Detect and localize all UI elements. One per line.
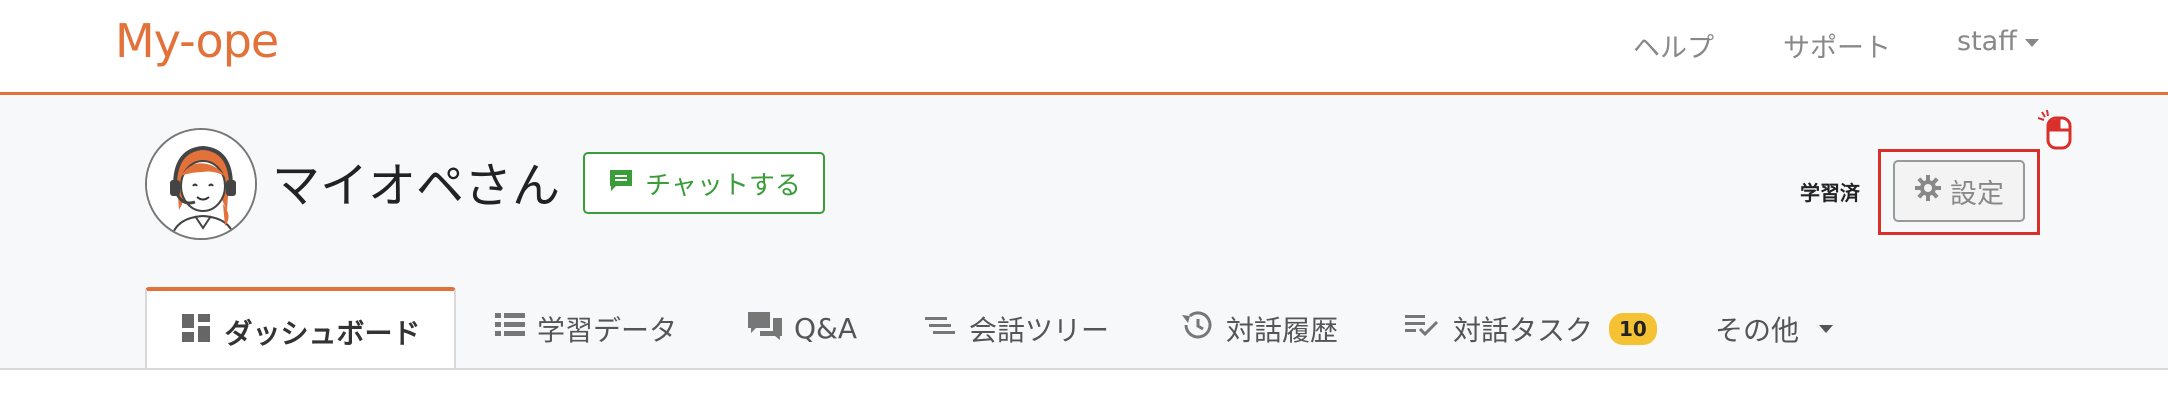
main-tabs: ダッシュボード 学習データ Q&A 会話ツリー 対話履歴 対話タスク 10 その… — [0, 287, 2168, 372]
learning-status: 学習済 — [1800, 181, 1860, 205]
top-navbar: My-ope ヘルプ サポート staff — [0, 0, 2168, 95]
tab-conversation-tree[interactable]: 会話ツリー — [925, 287, 1109, 370]
nav-user-menu[interactable]: staff — [1957, 26, 2039, 57]
dashboard-icon — [180, 312, 212, 351]
tab-label: Q&A — [794, 312, 858, 345]
caret-down-icon — [1819, 324, 1834, 333]
chevron-down-icon — [2024, 38, 2039, 47]
task-count-badge: 10 — [1609, 312, 1657, 345]
tab-label: 対話タスク — [1453, 313, 1594, 347]
tab-dialog-history[interactable]: 対話履歴 — [1180, 287, 1338, 370]
task-check-icon — [1405, 312, 1441, 345]
chat-button-label: チャットする — [645, 170, 801, 201]
tab-more[interactable]: その他 — [1715, 287, 1834, 370]
tab-label: 会話ツリー — [969, 313, 1110, 347]
page-content-area — [0, 370, 2168, 402]
tab-label: 対話履歴 — [1226, 313, 1339, 347]
tab-training-data[interactable]: 学習データ — [495, 287, 677, 370]
settings-button-label: 設定 — [1950, 178, 2004, 210]
mouse-click-icon — [2037, 109, 2074, 150]
settings-button[interactable]: 設定 — [1893, 160, 2025, 222]
history-icon — [1180, 309, 1214, 348]
tree-lines-icon — [925, 312, 957, 345]
app-logo[interactable]: My-ope — [115, 14, 279, 68]
tab-label: その他 — [1715, 313, 1800, 347]
bot-avatar — [145, 128, 257, 240]
list-icon — [495, 312, 525, 345]
bot-name: マイオペさん — [272, 158, 561, 214]
chat-bubbles-icon — [748, 310, 782, 347]
nav-support-link[interactable]: サポート — [1783, 26, 1891, 65]
tab-label: ダッシュボード — [224, 316, 421, 350]
tab-dashboard[interactable]: ダッシュボード — [145, 287, 456, 372]
nav-help-link[interactable]: ヘルプ — [1633, 26, 1714, 65]
user-menu-label: staff — [1957, 26, 2017, 57]
tab-qa[interactable]: Q&A — [748, 287, 857, 370]
chat-button[interactable]: チャットする — [583, 152, 825, 214]
tab-dialog-task[interactable]: 対話タスク 10 — [1405, 287, 1657, 370]
chat-icon — [607, 166, 635, 201]
gear-icon — [1914, 174, 1942, 209]
tab-label: 学習データ — [537, 313, 678, 347]
